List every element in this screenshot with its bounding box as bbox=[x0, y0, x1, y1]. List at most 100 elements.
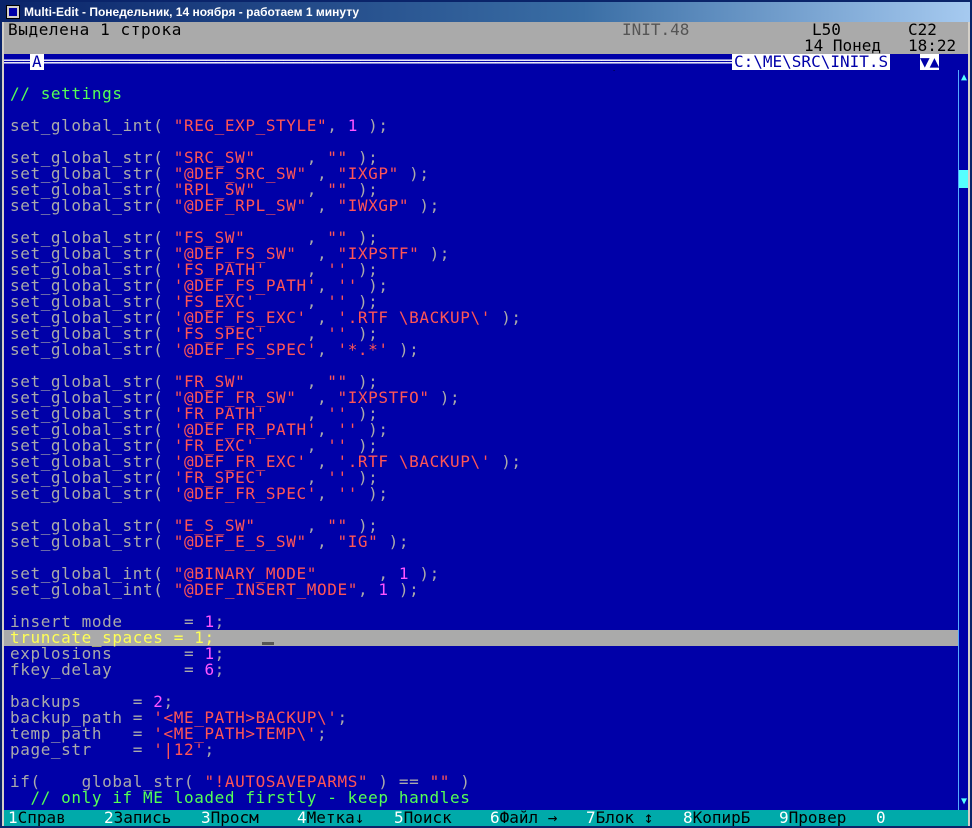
code-token: ); bbox=[419, 244, 451, 263]
code-token: fkey_delay = bbox=[10, 660, 205, 679]
code-line[interactable]: page_str = '|12'; bbox=[10, 742, 215, 758]
fkey-number: 1 bbox=[8, 810, 18, 826]
code-token: 6 bbox=[204, 660, 215, 679]
code-token: // only if ME loaded firstly - keep hand… bbox=[10, 788, 471, 807]
fkey-label: Файл → bbox=[499, 810, 558, 826]
fkey-number: 5 bbox=[394, 810, 404, 826]
code-line[interactable]: set_global_str( "@DEF_RPL_SW" , "IWXGP" … bbox=[10, 198, 440, 214]
fkey-3[interactable]: 3Просм bbox=[201, 810, 259, 826]
file-path: C:\ME\SRC\INIT.S bbox=[732, 52, 891, 71]
fkey-number: 2 bbox=[104, 810, 114, 826]
selection-status: Выделена 1 строка bbox=[8, 22, 182, 39]
fkey-7[interactable]: 7Блок ↕ bbox=[586, 810, 654, 826]
fkey-4[interactable]: 4Метка↓ bbox=[297, 810, 365, 826]
code-token: ); bbox=[357, 484, 389, 503]
code-line[interactable]: // only if ME loaded firstly - keep hand… bbox=[10, 790, 470, 806]
code-token: "IWXGP" bbox=[337, 196, 410, 215]
scroll-thumb[interactable] bbox=[959, 170, 968, 188]
code-line[interactable]: set_global_str( "@DEF_E_S_SW" , "IG" ); bbox=[10, 534, 409, 550]
file-info: INIT.48 bbox=[622, 22, 690, 39]
fkey-number: 4 bbox=[297, 810, 307, 826]
code-token: ; bbox=[214, 612, 225, 631]
code-token: , bbox=[317, 340, 338, 359]
code-token: ; bbox=[204, 740, 215, 759]
status-bar: Выделена 1 строка INIT.48 L50 C22 ▼ File… bbox=[4, 22, 968, 70]
code-token: ); bbox=[378, 532, 410, 551]
code-token: set_global_int( bbox=[10, 116, 174, 135]
code-token: ); bbox=[388, 340, 420, 359]
code-token: , bbox=[306, 532, 338, 551]
code-token: set_global_int( bbox=[10, 580, 174, 599]
fkey-number: 7 bbox=[586, 810, 596, 826]
code-token: , bbox=[327, 116, 348, 135]
fkey-label: Справ bbox=[17, 810, 66, 826]
code-token: , bbox=[357, 580, 379, 599]
code-line[interactable]: set_global_int( "REG_EXP_STYLE", 1 ); bbox=[10, 118, 389, 134]
fkey-label: Метка↓ bbox=[306, 810, 365, 826]
code-token: 1 bbox=[347, 116, 358, 135]
code-line[interactable]: set_global_str( '@DEF_FR_SPEC', '' ); bbox=[10, 486, 389, 502]
code-token: ); bbox=[409, 196, 440, 215]
fkey-label: КопирБ bbox=[692, 810, 751, 826]
fkey-label: Просм bbox=[210, 810, 259, 826]
fkey-number: 0 bbox=[876, 810, 886, 826]
code-token: ; bbox=[214, 660, 225, 679]
code-token: ); bbox=[429, 388, 461, 407]
code-token: , bbox=[317, 484, 338, 503]
code-token: "REG_EXP_STYLE" bbox=[173, 116, 328, 135]
code-token: set_global_str( bbox=[10, 340, 174, 359]
text-cursor bbox=[262, 642, 274, 645]
code-token: , bbox=[306, 196, 338, 215]
window-size-controls[interactable]: ▼▲ bbox=[920, 54, 940, 70]
code-token: '' bbox=[337, 484, 358, 503]
fkey-number: 8 bbox=[683, 810, 693, 826]
code-token: ); bbox=[398, 164, 430, 183]
code-token: 1 bbox=[378, 580, 389, 599]
function-key-bar: 1Справ 2Запись 3Просм 4Метка↓ 5Поиск 6Файл → 7… bbox=[4, 810, 968, 826]
fkey-number: 3 bbox=[201, 810, 211, 826]
code-token: "@DEF_E_S_SW" bbox=[173, 532, 307, 551]
fkey-label: Провер bbox=[788, 810, 847, 826]
editor-screen: Выделена 1 строка INIT.48 L50 C22 ▼ File… bbox=[4, 22, 968, 826]
code-token: ); bbox=[490, 308, 522, 327]
code-token: set_global_str( bbox=[10, 532, 174, 551]
title-bar[interactable]: Multi-Edit - Понедельник, 14 ноября - ра… bbox=[2, 2, 970, 22]
code-token: "IG" bbox=[337, 532, 379, 551]
code-token: ); bbox=[388, 580, 420, 599]
fkey-number: 6 bbox=[490, 810, 500, 826]
code-token: ; bbox=[317, 724, 328, 743]
window-id-tag[interactable]: A bbox=[30, 54, 44, 70]
code-token: set_global_str( bbox=[10, 196, 174, 215]
fkey-number: 9 bbox=[779, 810, 789, 826]
code-token: '|12' bbox=[153, 740, 205, 759]
multi-edit-window: Multi-Edit - Понедельник, 14 ноября - ра… bbox=[0, 0, 972, 828]
code-token: '*.*' bbox=[337, 340, 389, 359]
code-token: '@DEF_FR_SPEC' bbox=[173, 484, 317, 503]
app-icon[interactable] bbox=[6, 5, 20, 19]
window-title: Multi-Edit - Понедельник, 14 ноября - ра… bbox=[24, 5, 360, 19]
code-line[interactable]: set_global_str( '@DEF_FS_SPEC', '*.*' ); bbox=[10, 342, 419, 358]
fkey-0[interactable]: 0 bbox=[876, 810, 886, 826]
code-token: "@DEF_RPL_SW" bbox=[173, 196, 307, 215]
fkey-1[interactable]: 1Справ bbox=[8, 810, 66, 826]
fkey-label: Блок ↕ bbox=[595, 810, 654, 826]
code-token: ); bbox=[490, 452, 522, 471]
code-token: ); bbox=[357, 116, 389, 135]
code-line[interactable]: fkey_delay = 6; bbox=[10, 662, 225, 678]
scroll-up-icon[interactable]: ▲ bbox=[959, 72, 968, 84]
code-token: ; bbox=[337, 708, 348, 727]
code-token: // settings bbox=[10, 84, 123, 103]
scroll-down-icon[interactable]: ▼ bbox=[959, 796, 968, 808]
code-line[interactable]: set_global_int( "@DEF_INSERT_MODE", 1 ); bbox=[10, 582, 419, 598]
fkey-8[interactable]: 8КопирБ bbox=[683, 810, 751, 826]
vertical-scrollbar[interactable]: ▲ ▼ bbox=[958, 70, 968, 810]
fkey-2[interactable]: 2Запись bbox=[104, 810, 172, 826]
fkey-9[interactable]: 9Провер bbox=[779, 810, 847, 826]
code-token: '@DEF_FS_SPEC' bbox=[173, 340, 317, 359]
fkey-6[interactable]: 6Файл → bbox=[490, 810, 558, 826]
fkey-5[interactable]: 5Поиск bbox=[394, 810, 452, 826]
code-token: "@DEF_INSERT_MODE" bbox=[173, 580, 358, 599]
code-line[interactable]: // settings bbox=[10, 86, 123, 102]
code-token: page_str = bbox=[10, 740, 154, 759]
fkey-label: Поиск bbox=[403, 810, 452, 826]
